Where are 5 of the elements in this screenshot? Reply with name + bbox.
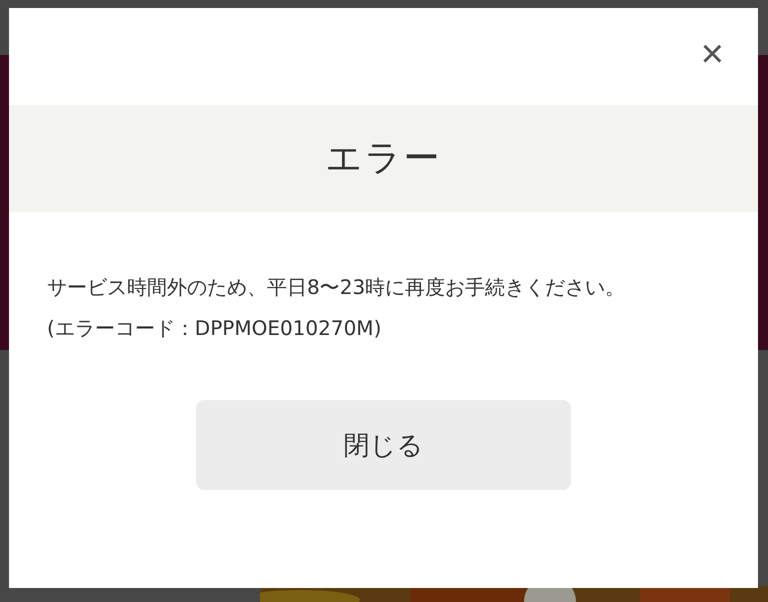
dialog-title: エラー: [326, 137, 442, 181]
error-message: サービス時間外のため、平日8〜23時に再度お手続きください。: [47, 274, 626, 301]
error-code: (エラーコード：DPPMOE010270M): [47, 315, 382, 342]
close-button[interactable]: ×: [700, 34, 724, 74]
close-dialog-button[interactable]: 閉じる: [196, 400, 571, 490]
